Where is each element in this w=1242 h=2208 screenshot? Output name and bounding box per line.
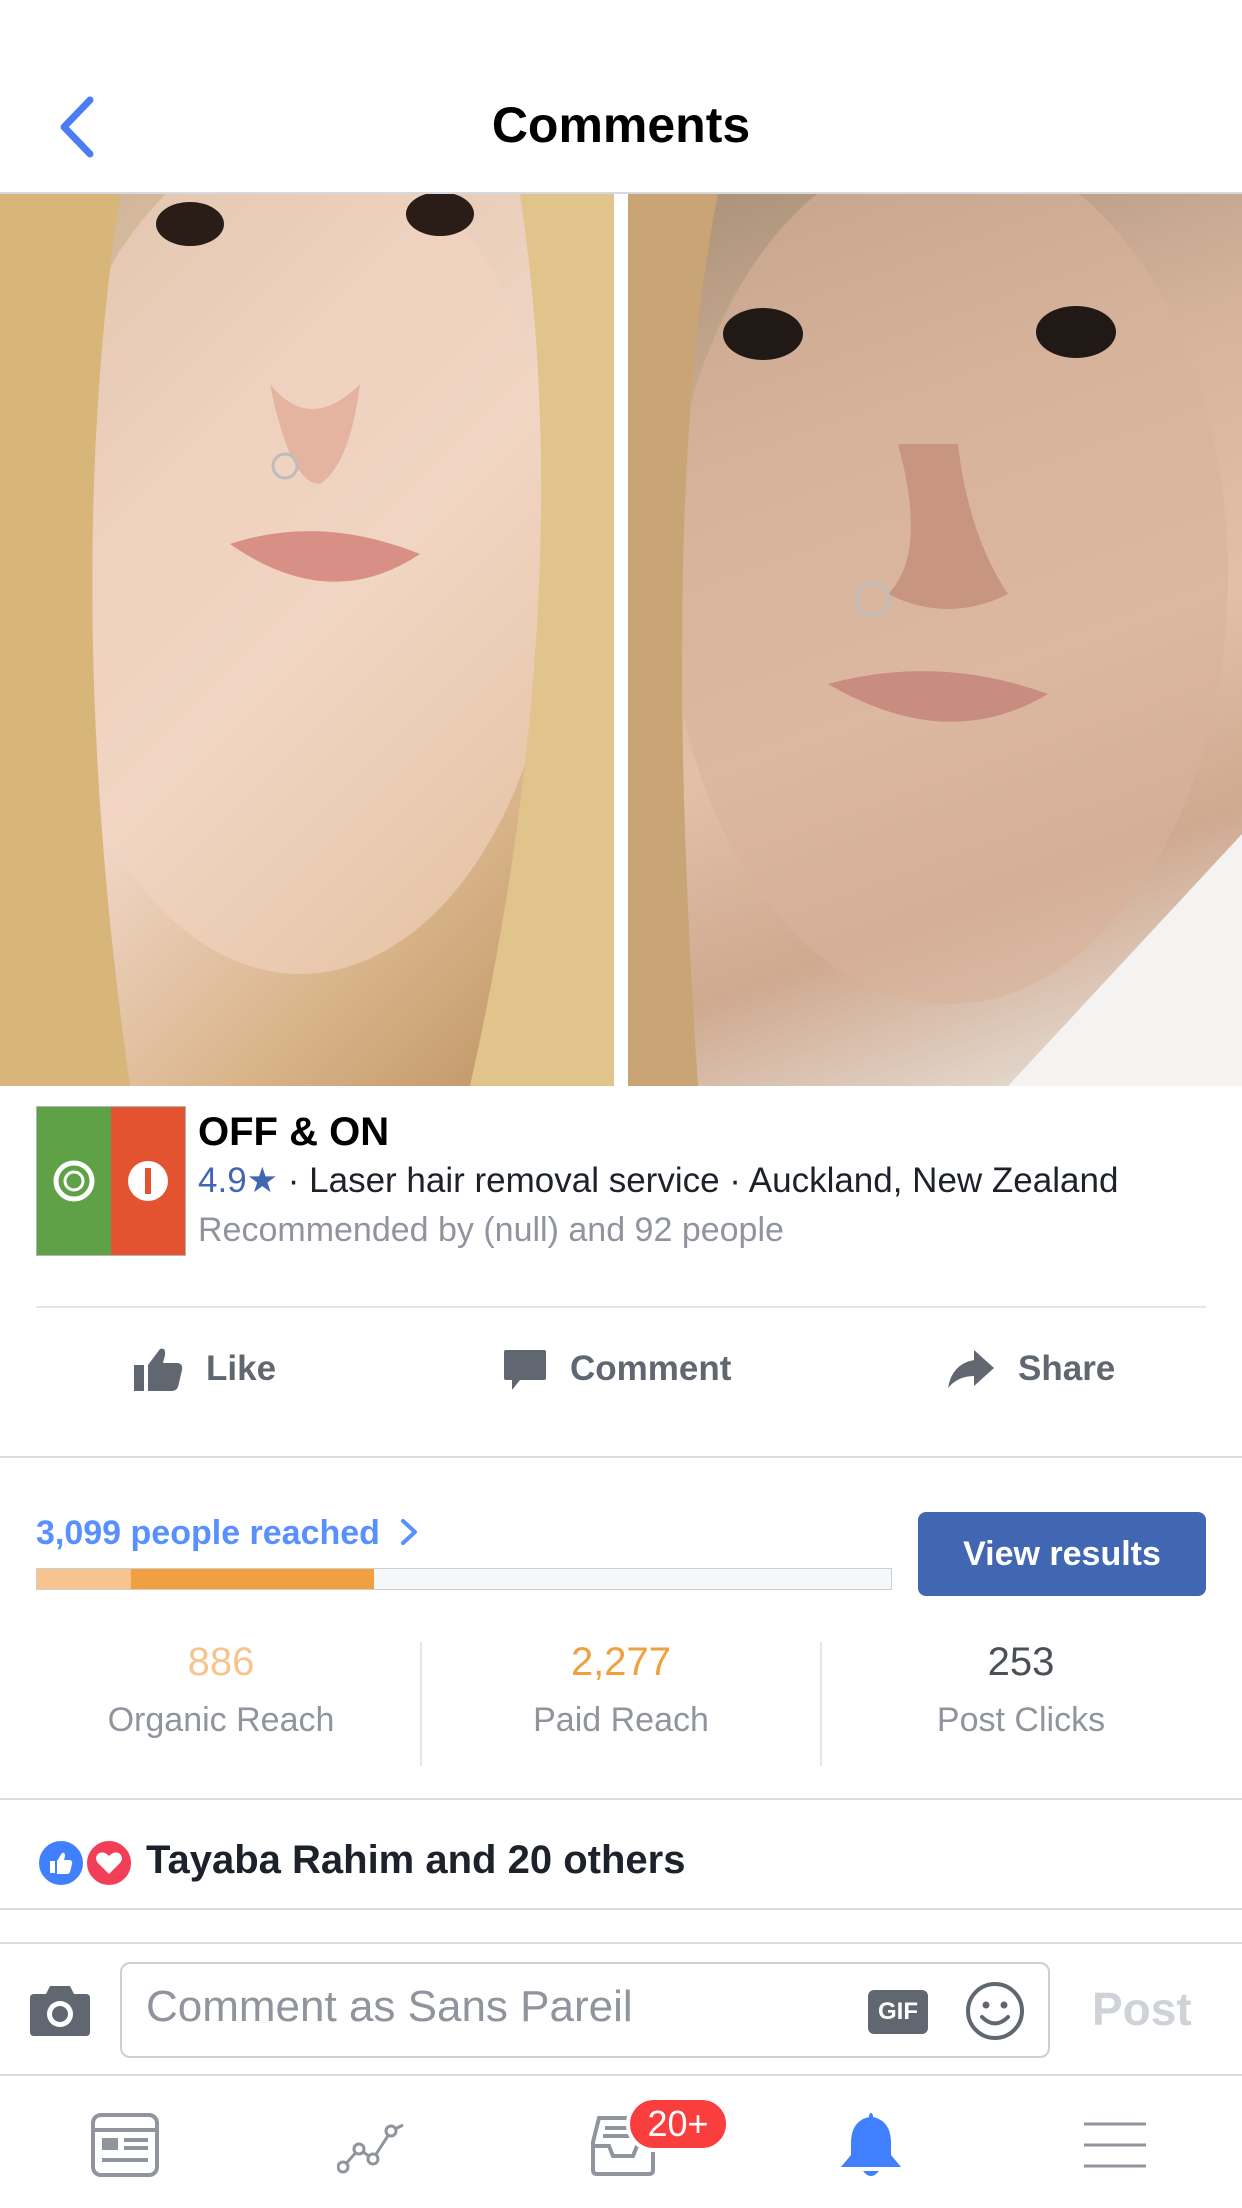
stat-value: 2,277 bbox=[570, 1640, 672, 1684]
comment-placeholder: Comment as Sans Pareil bbox=[146, 1982, 633, 2031]
tab-news-feed[interactable] bbox=[80, 2100, 170, 2190]
section-separator bbox=[0, 1456, 1242, 1458]
tab-menu[interactable] bbox=[1070, 2100, 1160, 2190]
chevron-right-icon bbox=[401, 1519, 418, 1545]
menu-icon bbox=[1084, 2122, 1146, 2168]
share-label: Share bbox=[1018, 1349, 1116, 1388]
reach-progress-bar bbox=[36, 1568, 892, 1590]
insights-icon bbox=[337, 2123, 404, 2174]
post-photos bbox=[0, 194, 1242, 1086]
people-reached-link[interactable]: 3,099 people reached bbox=[36, 1514, 421, 1553]
section-separator bbox=[0, 1942, 1242, 1944]
stat-label: Paid Reach bbox=[533, 1701, 709, 1739]
tab-notifications[interactable] bbox=[826, 2100, 916, 2190]
like-label: Like bbox=[206, 1349, 277, 1388]
notifications-icon bbox=[841, 2113, 901, 2176]
camera-button[interactable] bbox=[28, 1982, 92, 2038]
people-reached-label: 3,099 people reached bbox=[36, 1514, 380, 1552]
business-logo[interactable] bbox=[36, 1106, 186, 1256]
photo-after[interactable] bbox=[628, 194, 1242, 1086]
news-feed-icon bbox=[91, 2113, 159, 2177]
comment-button[interactable]: Comment bbox=[502, 1330, 731, 1408]
gif-button[interactable]: GIF bbox=[868, 1990, 928, 2034]
face-photo-left bbox=[0, 194, 614, 1086]
thumbs-up-icon bbox=[50, 1852, 73, 1874]
stat-paid-reach: 2,277 Paid Reach bbox=[421, 1640, 821, 1740]
thumbs-up-icon bbox=[134, 1348, 183, 1391]
stat-organic-reach: 886 Organic Reach bbox=[21, 1640, 421, 1740]
divider bbox=[36, 1306, 1206, 1308]
love-reaction-icon bbox=[84, 1838, 134, 1888]
business-meta: 4.9★ · Laser hair removal service · Auck… bbox=[198, 1161, 1118, 1201]
stat-label: Post Clicks bbox=[936, 1701, 1106, 1739]
inbox-badge: 20+ bbox=[626, 2096, 730, 2152]
stat-value: 253 bbox=[987, 1640, 1055, 1684]
share-button[interactable]: Share bbox=[946, 1330, 1115, 1408]
business-name[interactable]: OFF & ON bbox=[198, 1110, 389, 1155]
section-separator bbox=[0, 1908, 1242, 1910]
business-rating: 4.9★ bbox=[198, 1161, 279, 1200]
face-photo-right bbox=[628, 194, 1242, 1086]
business-category-location: · Laser hair removal service · Auckland,… bbox=[278, 1161, 1119, 1200]
share-arrow-icon bbox=[948, 1350, 994, 1388]
business-recommendations: Recommended by (null) and 92 people bbox=[198, 1211, 784, 1249]
view-results-button[interactable]: View results bbox=[918, 1512, 1206, 1596]
heart-icon bbox=[96, 1852, 122, 1874]
tab-insights[interactable] bbox=[328, 2100, 418, 2190]
post-button[interactable]: Post bbox=[1092, 1982, 1192, 2036]
reactions-summary[interactable]: Tayaba Rahim and 20 others bbox=[146, 1838, 685, 1883]
paid-reach-fill bbox=[130, 1569, 375, 1589]
section-separator bbox=[0, 1798, 1242, 1800]
organic-reach-fill bbox=[37, 1569, 131, 1589]
photo-before[interactable] bbox=[0, 194, 614, 1086]
stat-post-clicks: 253 Post Clicks bbox=[821, 1640, 1221, 1740]
emoji-button[interactable] bbox=[964, 1980, 1026, 2042]
like-button[interactable]: Like bbox=[132, 1330, 276, 1408]
camera-icon bbox=[30, 1986, 90, 2036]
power-toggle-icon bbox=[53, 1160, 168, 1202]
stat-value: 886 bbox=[187, 1640, 255, 1684]
smiley-icon bbox=[966, 1982, 1024, 2040]
page-title: Comments bbox=[491, 97, 751, 153]
comment-label: Comment bbox=[570, 1349, 732, 1388]
section-separator bbox=[0, 2074, 1242, 2076]
comment-bubble-icon bbox=[504, 1350, 546, 1390]
like-reaction-icon bbox=[36, 1838, 86, 1888]
stat-label: Organic Reach bbox=[107, 1701, 335, 1739]
